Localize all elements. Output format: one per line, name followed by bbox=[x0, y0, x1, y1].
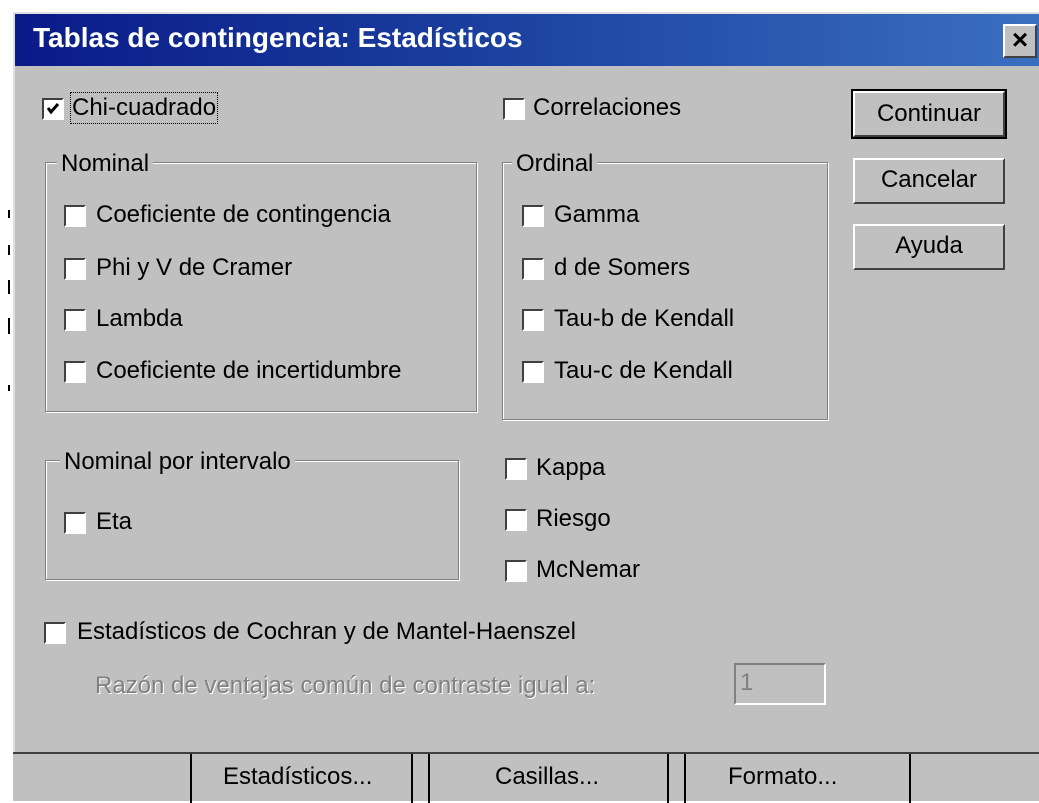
tau-b-kendall-checkbox[interactable] bbox=[522, 309, 544, 331]
mcnemar-label[interactable]: McNemar bbox=[536, 556, 640, 584]
window-title: Tablas de contingencia: Estadísticos bbox=[33, 22, 523, 53]
cochran-mantel-haenszel-label[interactable]: Estadísticos de Cochran y de Mantel-Haen… bbox=[77, 618, 576, 646]
tau-c-kendall-checkbox[interactable] bbox=[522, 361, 544, 383]
ratio-label: Razón de ventajas común de contraste igu… bbox=[95, 672, 596, 699]
coeficiente-contingencia-checkbox[interactable] bbox=[64, 205, 86, 227]
bottom-tab-bar: Estadísticos... Casillas... Formato... bbox=[13, 752, 1039, 803]
edge-artifact bbox=[8, 280, 10, 294]
tab-divider bbox=[411, 754, 413, 803]
edge-artifact bbox=[8, 245, 10, 255]
lambda-label[interactable]: Lambda bbox=[96, 305, 183, 333]
tau-c-kendall-label[interactable]: Tau-c de Kendall bbox=[554, 357, 733, 385]
tab-divider bbox=[667, 754, 669, 803]
edge-artifact bbox=[8, 385, 10, 391]
gamma-label[interactable]: Gamma bbox=[554, 201, 639, 229]
close-icon: × bbox=[1011, 24, 1029, 55]
edge-artifact bbox=[8, 318, 10, 334]
nominal-legend: Nominal bbox=[57, 150, 154, 178]
title-bar[interactable]: Tablas de contingencia: Estadísticos × bbox=[15, 14, 1039, 66]
coeficiente-contingencia-label[interactable]: Coeficiente de contingencia bbox=[96, 201, 391, 229]
chi-cuadrado-label[interactable]: Chi-cuadrado bbox=[69, 92, 219, 124]
tab-divider bbox=[684, 754, 686, 803]
coeficiente-incertidumbre-label[interactable]: Coeficiente de incertidumbre bbox=[96, 357, 402, 385]
continuar-button[interactable]: Continuar bbox=[851, 89, 1007, 139]
cochran-mantel-haenszel-checkbox[interactable] bbox=[44, 622, 66, 644]
gamma-checkbox[interactable] bbox=[522, 205, 544, 227]
tab-casillas[interactable]: Casillas... bbox=[495, 762, 599, 792]
eta-checkbox[interactable] bbox=[64, 512, 86, 534]
lambda-checkbox[interactable] bbox=[64, 309, 86, 331]
kappa-checkbox[interactable] bbox=[505, 458, 527, 480]
riesgo-label[interactable]: Riesgo bbox=[536, 505, 611, 533]
tab-divider bbox=[428, 754, 430, 803]
edge-artifact bbox=[8, 210, 10, 218]
kappa-label[interactable]: Kappa bbox=[536, 454, 605, 482]
mcnemar-checkbox[interactable] bbox=[505, 560, 527, 582]
phi-v-cramer-checkbox[interactable] bbox=[64, 258, 86, 280]
tau-b-kendall-label[interactable]: Tau-b de Kendall bbox=[554, 305, 734, 333]
coeficiente-incertidumbre-checkbox[interactable] bbox=[64, 361, 86, 383]
tab-estadisticos[interactable]: Estadísticos... bbox=[223, 762, 372, 792]
tab-divider bbox=[190, 754, 192, 803]
correlaciones-checkbox[interactable] bbox=[503, 98, 525, 120]
statistics-dialog: Tablas de contingencia: Estadísticos × C… bbox=[13, 12, 1039, 752]
cancelar-button[interactable]: Cancelar bbox=[853, 158, 1005, 204]
correlaciones-label[interactable]: Correlaciones bbox=[533, 94, 681, 122]
ratio-input[interactable]: 1 bbox=[734, 663, 826, 705]
nominal-intervalo-legend: Nominal por intervalo bbox=[60, 448, 295, 476]
tab-formato[interactable]: Formato... bbox=[728, 762, 837, 792]
ayuda-button[interactable]: Ayuda bbox=[853, 224, 1005, 270]
phi-v-cramer-label[interactable]: Phi y V de Cramer bbox=[96, 254, 292, 282]
check-icon bbox=[46, 103, 60, 115]
chi-cuadrado-checkbox[interactable] bbox=[42, 98, 64, 120]
eta-label[interactable]: Eta bbox=[96, 508, 132, 536]
d-somers-checkbox[interactable] bbox=[522, 258, 544, 280]
d-somers-label[interactable]: d de Somers bbox=[554, 254, 690, 282]
ordinal-legend: Ordinal bbox=[512, 150, 598, 178]
close-button[interactable]: × bbox=[1003, 24, 1037, 58]
tab-divider bbox=[909, 754, 911, 803]
riesgo-checkbox[interactable] bbox=[505, 509, 527, 531]
